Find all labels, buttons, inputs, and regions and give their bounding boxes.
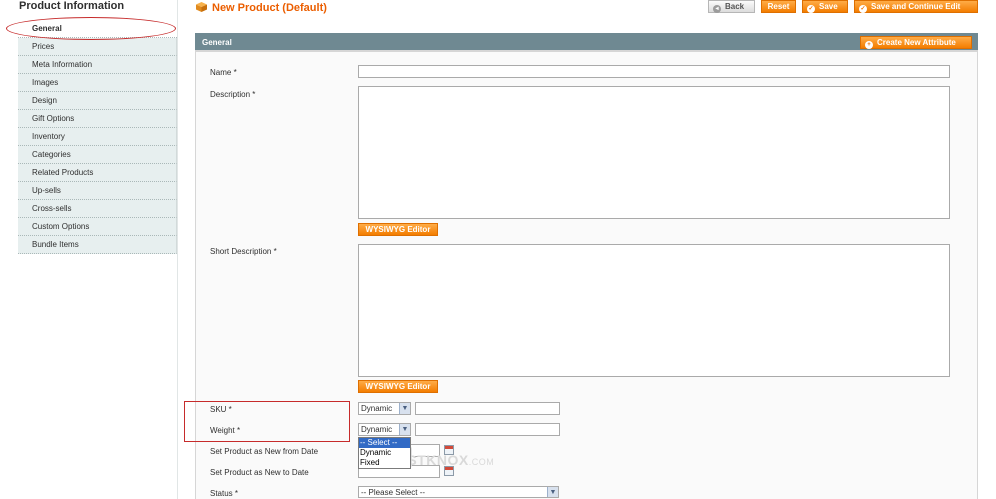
dropdown-option-dynamic[interactable]: Dynamic [359,448,410,458]
sku-type-value: Dynamic [361,404,393,413]
annotation-oval [6,17,176,40]
sku-label: SKU * [210,405,232,414]
sidebar-item-bundle-items[interactable]: Bundle Items [18,236,177,254]
description-textarea[interactable] [358,86,950,219]
sidebar-item-up-sells[interactable]: Up-sells [18,182,177,200]
save-button-label: Save [819,2,838,11]
sidebar-item-related-products[interactable]: Related Products [18,164,177,182]
weight-type-select[interactable]: Dynamic ▼ [358,423,411,436]
create-new-attribute-button[interactable]: + Create New Attribute [860,36,972,49]
plus-icon: + [865,41,873,49]
status-label: Status * [210,489,239,498]
sku-type-select[interactable]: Dynamic ▼ [358,402,411,415]
weight-type-dropdown: -- Select -- Dynamic Fixed [358,437,411,469]
sidebar-item-gift-options[interactable]: Gift Options [18,110,177,128]
sidebar-item-categories[interactable]: Categories [18,146,177,164]
annotation-box [184,401,350,442]
save-button[interactable]: ✓ Save [802,0,848,13]
name-input[interactable] [358,65,950,78]
status-select[interactable]: -- Please Select -- ▼ [358,486,559,498]
sidebar-item-custom-options[interactable]: Custom Options [18,218,177,236]
dropdown-option-fixed[interactable]: Fixed [359,458,410,468]
description-wysiwyg-button[interactable]: WYSIWYG Editor [358,223,438,236]
sidebar-item-images[interactable]: Images [18,74,177,92]
chevron-down-icon: ▼ [547,487,558,497]
weight-type-value: Dynamic [361,425,393,434]
chevron-down-icon: ▼ [399,403,410,414]
dropdown-option-select[interactable]: -- Select -- [359,438,410,448]
weight-label: Weight * [210,426,241,435]
status-value: -- Please Select -- [361,488,426,497]
back-button[interactable]: ◂ Back [708,0,755,13]
new-from-date-label: Set Product as New from Date [210,447,319,456]
sku-input[interactable] [415,402,560,415]
sidebar-item-cross-sells[interactable]: Cross-sells [18,200,177,218]
sidebar-tabs: General Prices Meta Information Images D… [18,20,177,254]
reset-button[interactable]: Reset [761,0,796,13]
new-to-date-label: Set Product as New to Date [210,468,309,477]
save-continue-label: Save and Continue Edit [871,2,961,11]
column-divider [177,0,178,499]
watermark-suffix: .COM [468,457,495,467]
sidebar-title: Product Information [19,0,125,12]
save-and-continue-button[interactable]: ✓ Save and Continue Edit [854,0,978,13]
short-description-textarea[interactable] [358,244,950,377]
checkmark-icon: ✓ [807,5,815,13]
page-title: New Product (Default) [212,2,327,14]
description-label: Description * [210,90,256,99]
sidebar-item-prices[interactable]: Prices [18,38,177,56]
sidebar-item-design[interactable]: Design [18,92,177,110]
sidebar-item-meta-information[interactable]: Meta Information [18,56,177,74]
sidebar-item-inventory[interactable]: Inventory [18,128,177,146]
product-box-icon [196,2,207,12]
weight-input[interactable] [415,423,560,436]
create-attribute-label: Create New Attribute [877,38,956,47]
short-description-wysiwyg-button[interactable]: WYSIWYG Editor [358,380,438,393]
name-label: Name * [210,68,237,77]
checkmark-icon: ✓ [859,5,867,13]
back-button-label: Back [725,2,745,11]
chevron-down-icon: ▼ [399,424,410,435]
fieldset-title: General [202,38,232,47]
short-description-label: Short Description * [210,247,277,256]
back-arrow-icon: ◂ [713,5,721,13]
